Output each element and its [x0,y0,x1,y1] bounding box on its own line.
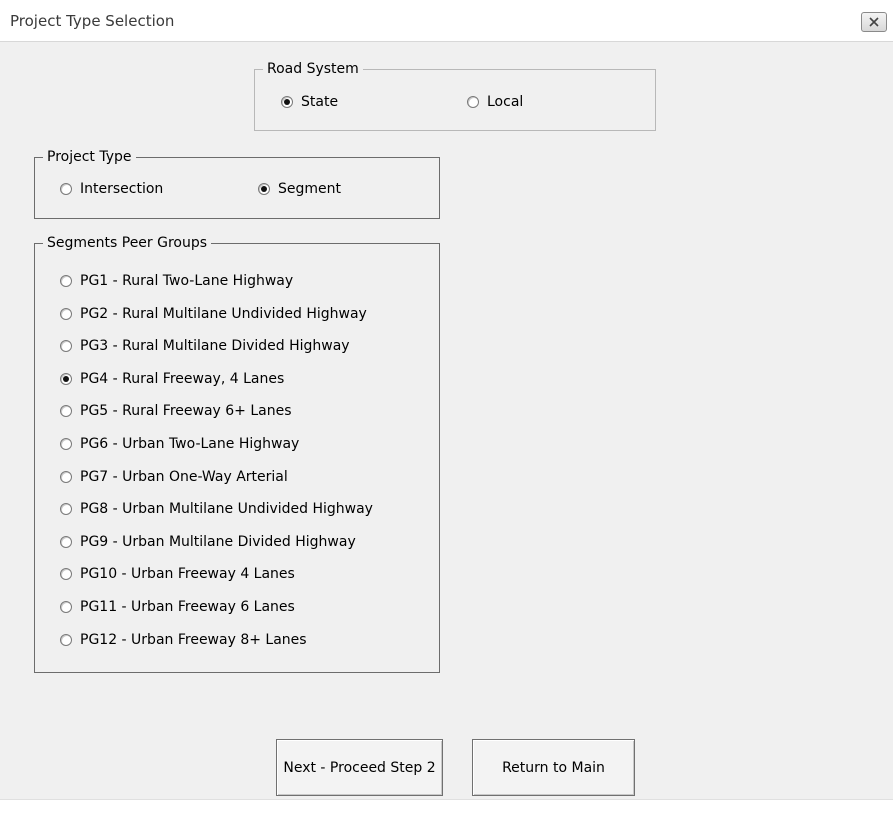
radio-pg12[interactable]: PG12 - Urban Freeway 8+ Lanes [60,631,307,649]
radio-pg9-label: PG9 - Urban Multilane Divided Highway [80,533,356,550]
radio-pg8[interactable]: PG8 - Urban Multilane Undivided Highway [60,500,373,518]
radio-pg4-circle[interactable] [60,372,72,385]
radio-pg8-label: PG8 - Urban Multilane Undivided Highway [80,501,373,518]
radio-pg10-label: PG10 - Urban Freeway 4 Lanes [80,566,295,583]
title-bar: Project Type Selection [0,0,893,42]
radio-segment[interactable]: Segment [258,180,341,198]
radio-pg8-circle[interactable] [60,503,72,516]
radio-pg3[interactable]: PG3 - Rural Multilane Divided Highway [60,337,350,355]
radio-pg2[interactable]: PG2 - Rural Multilane Undivided Highway [60,305,367,323]
radio-pg3-label: PG3 - Rural Multilane Divided Highway [80,338,350,355]
radio-pg12-circle[interactable] [60,633,72,646]
close-button[interactable] [861,12,887,32]
radio-pg6-label: PG6 - Urban Two-Lane Highway [80,436,300,452]
radio-state[interactable]: State [281,93,338,111]
radio-pg9-circle[interactable] [60,535,72,548]
radio-pg11[interactable]: PG11 - Urban Freeway 6 Lanes [60,598,295,616]
project-type-label: Project Type [43,148,136,166]
radio-pg3-circle[interactable] [60,340,72,353]
radio-pg7[interactable]: PG7 - Urban One-Way Arterial [60,468,288,486]
radio-pg5-label: PG5 - Rural Freeway 6+ Lanes [80,403,292,420]
return-to-main-button[interactable]: Return to Main [472,739,635,796]
next-proceed-button[interactable]: Next - Proceed Step 2 [276,739,443,796]
peer-groups-frame: Segments Peer Groups PG1 - Rural Two-Lan… [34,234,440,673]
road-system-frame: Road System State Local [254,60,656,131]
radio-pg4[interactable]: PG4 - Rural Freeway, 4 Lanes [60,370,284,388]
radio-state-circle[interactable] [281,96,293,108]
radio-local-circle[interactable] [467,96,479,108]
radio-segment-circle[interactable] [258,183,270,195]
road-system-label: Road System [263,60,363,78]
radio-pg11-label: PG11 - Urban Freeway 6 Lanes [80,599,295,615]
radio-pg5-circle[interactable] [60,405,72,418]
radio-pg11-circle[interactable] [60,601,72,613]
radio-pg10[interactable]: PG10 - Urban Freeway 4 Lanes [60,565,295,583]
radio-pg1[interactable]: PG1 - Rural Two-Lane Highway [60,272,293,290]
close-icon [869,17,879,27]
radio-pg4-label: PG4 - Rural Freeway, 4 Lanes [80,370,285,387]
radio-pg2-circle[interactable] [60,307,72,320]
peer-groups-label: Segments Peer Groups [43,234,212,252]
radio-state-label: State [301,94,339,110]
radio-local-label: Local [487,94,524,110]
radio-pg5[interactable]: PG5 - Rural Freeway 6+ Lanes [60,402,292,420]
radio-local[interactable]: Local [467,93,523,111]
radio-pg7-label: PG7 - Urban One-Way Arterial [80,468,288,485]
radio-segment-label: Segment [278,181,341,197]
radio-pg6[interactable]: PG6 - Urban Two-Lane Highway [60,435,299,453]
radio-pg12-label: PG12 - Urban Freeway 8+ Lanes [80,631,307,648]
radio-pg9[interactable]: PG9 - Urban Multilane Divided Highway [60,533,356,551]
radio-intersection[interactable]: Intersection [60,180,163,198]
radio-pg10-circle[interactable] [60,568,72,581]
radio-pg7-circle[interactable] [60,470,72,483]
radio-intersection-label: Intersection [80,181,164,197]
radio-pg6-circle[interactable] [60,438,72,450]
window-bottom-edge [0,799,893,813]
radio-intersection-circle[interactable] [60,183,72,195]
radio-pg1-label: PG1 - Rural Two-Lane Highway [80,273,294,289]
window-title: Project Type Selection [10,12,175,30]
radio-pg2-label: PG2 - Rural Multilane Undivided Highway [80,305,367,322]
radio-pg1-circle[interactable] [60,275,72,287]
project-type-frame: Project Type Intersection Segment [34,148,440,219]
